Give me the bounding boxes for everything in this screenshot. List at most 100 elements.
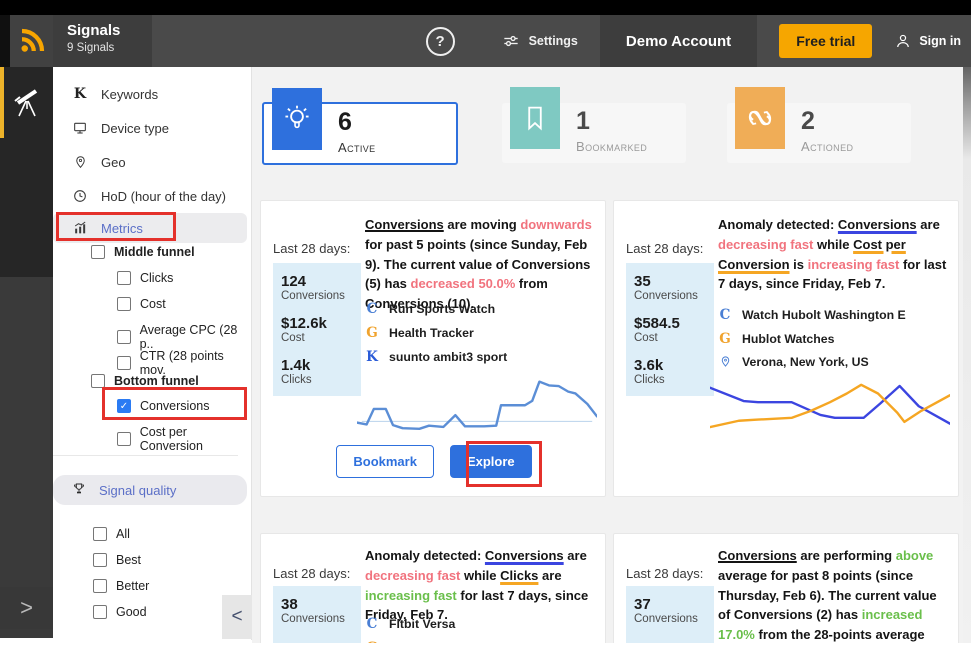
geo-pin-icon	[71, 154, 89, 170]
signal-card-4: Last 28 days: 37 Conversions Conversions…	[613, 533, 959, 643]
entity-location[interactable]: Verona, New York, US	[718, 354, 869, 369]
filter-cost-per-conversion[interactable]: Cost per Conversion	[117, 425, 251, 453]
signal-card-1: Last 28 days: 124 Conversions $12.6k Cos…	[260, 200, 606, 497]
filter-clicks[interactable]: Clicks	[117, 271, 173, 285]
stat-card-active[interactable]: 6 Active	[262, 88, 458, 165]
metric-label: Conversions	[634, 290, 698, 302]
account-switcher[interactable]: Demo Account	[599, 15, 758, 67]
metric-label: Conversions	[281, 290, 345, 302]
checkbox[interactable]	[93, 527, 107, 541]
entity-g-icon: G	[719, 331, 731, 347]
app-title: Signals	[67, 22, 121, 39]
entity-adgroup[interactable]: G Fitbit Versa 2	[365, 640, 465, 643]
app-title-block[interactable]: Signals 9 Signals	[53, 15, 152, 67]
checkbox[interactable]	[117, 330, 131, 344]
checkbox[interactable]	[117, 432, 131, 446]
settings-button[interactable]: Settings	[501, 31, 578, 51]
signal-card-3: Last 28 days: 38 Conversions Anomaly det…	[260, 533, 606, 643]
entity-adgroup[interactable]: G Hublot Watches	[718, 331, 834, 347]
bookmarked-label: Bookmarked	[576, 139, 648, 154]
checkbox[interactable]	[117, 356, 131, 370]
filter-conversions[interactable]: Conversions	[117, 399, 209, 413]
metric-label: Cost	[281, 332, 305, 344]
metric-label: Conversions	[634, 613, 698, 625]
device-icon	[71, 120, 89, 136]
entity-g-icon: G	[365, 640, 379, 643]
entity-c-icon: C	[366, 301, 378, 317]
sidebar-item-metrics[interactable]: Metrics	[53, 213, 247, 243]
entity-adgroup[interactable]: G Health Tracker	[365, 325, 474, 341]
checkbox[interactable]	[117, 297, 131, 311]
sidebar-item-label: Geo	[101, 154, 126, 170]
sidebar-item-label: Keywords	[101, 86, 159, 102]
filter-group-bottom-funnel[interactable]: Bottom funnel	[91, 374, 199, 388]
main-content: 6 Active 1 Bookmarked 2 Actioned Last 28…	[252, 67, 963, 643]
metric-label: Conversions	[281, 613, 345, 625]
account-label: Demo Account	[625, 32, 732, 50]
group-label: Middle funnel	[114, 245, 195, 259]
entity-k-icon: K	[366, 349, 378, 365]
sign-in-button[interactable]: Sign in	[894, 32, 961, 50]
metric-panel: 38 Conversions	[273, 586, 361, 643]
insight-text: Conversions are moving downwards for pas…	[365, 217, 592, 311]
stat-card-actioned[interactable]: 2 Actioned	[727, 87, 911, 163]
metric-label: Clicks	[281, 374, 312, 386]
checkbox-checked[interactable]	[117, 399, 131, 413]
signals-dashboard: Signals 9 Signals ? Settings Demo Accoun…	[0, 0, 971, 655]
signal-count: 9 Signals	[67, 42, 115, 54]
sidebar-item-label: HoD (hour of the day)	[101, 188, 227, 204]
entity-campaign[interactable]: C Run Sports Watch	[365, 301, 496, 317]
settings-label: Settings	[528, 34, 578, 48]
entity-campaign[interactable]: C Fitbit Versa	[365, 616, 456, 632]
quality-better[interactable]: Better	[93, 579, 149, 593]
filter-cost[interactable]: Cost	[117, 297, 166, 311]
period-label: Last 28 days:	[273, 566, 351, 581]
filter-group-middle-funnel[interactable]: Middle funnel	[91, 245, 195, 259]
metric-panel: 35 Conversions $584.5 Cost 3.6k Clicks	[626, 263, 714, 396]
quality-best[interactable]: Best	[93, 553, 141, 567]
filter-ctr[interactable]: CTR (28 points mov.	[117, 349, 251, 377]
metric-value: 38	[281, 596, 298, 613]
entity-campaign[interactable]: C Watch Hubolt Washington E	[718, 307, 906, 323]
vertical-scrollbar[interactable]	[963, 67, 971, 643]
checkbox[interactable]	[91, 245, 105, 259]
sidebar-item-device-type[interactable]: Device type	[53, 113, 247, 143]
sidebar-item-label: Device type	[101, 120, 169, 136]
bookmark-button[interactable]: Bookmark	[336, 445, 434, 478]
help-icon[interactable]: ?	[425, 26, 455, 56]
insight-text: Anomaly detected: Conversions are decrea…	[365, 548, 589, 623]
collapse-sidebar-button[interactable]: <	[222, 595, 252, 639]
sidebar-item-keywords[interactable]: K Keywords	[53, 79, 247, 109]
top-black-strip	[0, 0, 971, 15]
active-label: Active	[338, 140, 376, 155]
sidebar-item-signal-quality[interactable]: Signal quality	[53, 475, 247, 505]
checkbox[interactable]	[117, 271, 131, 285]
free-trial-button[interactable]: Free trial	[779, 24, 873, 58]
filter-average-cpc[interactable]: Average CPC (28 p..	[117, 323, 251, 351]
app-logo[interactable]	[10, 15, 53, 67]
expand-rail-button[interactable]: >	[0, 587, 53, 629]
checkbox[interactable]	[91, 374, 105, 388]
metric-value: $12.6k	[281, 315, 327, 332]
quality-all[interactable]: All	[93, 527, 130, 541]
entity-g-icon: G	[366, 325, 378, 341]
quality-good[interactable]: Good	[93, 605, 147, 619]
explore-button[interactable]: Explore	[449, 445, 532, 478]
entity-keyword[interactable]: K suunto ambit3 sport	[365, 349, 507, 365]
trend-chart	[710, 379, 950, 437]
sidebar-item-geo[interactable]: Geo	[53, 147, 247, 177]
checkbox[interactable]	[93, 605, 107, 619]
stat-card-bookmarked[interactable]: 1 Bookmarked	[502, 87, 686, 163]
period-label: Last 28 days:	[626, 241, 704, 256]
checkbox[interactable]	[93, 579, 107, 593]
sidebar-item-label: Signal quality	[99, 482, 177, 498]
active-rail-accent	[0, 67, 4, 138]
header-bar: Signals 9 Signals ? Settings Demo Accoun…	[0, 15, 971, 67]
telescope-nav-icon[interactable]	[10, 85, 44, 128]
period-label: Last 28 days:	[273, 241, 351, 256]
metric-label: Clicks	[634, 374, 665, 386]
checkbox[interactable]	[93, 553, 107, 567]
actioned-swap-icon	[735, 87, 785, 149]
trophy-icon	[71, 481, 87, 500]
sidebar-item-hod[interactable]: HoD (hour of the day)	[53, 181, 247, 211]
